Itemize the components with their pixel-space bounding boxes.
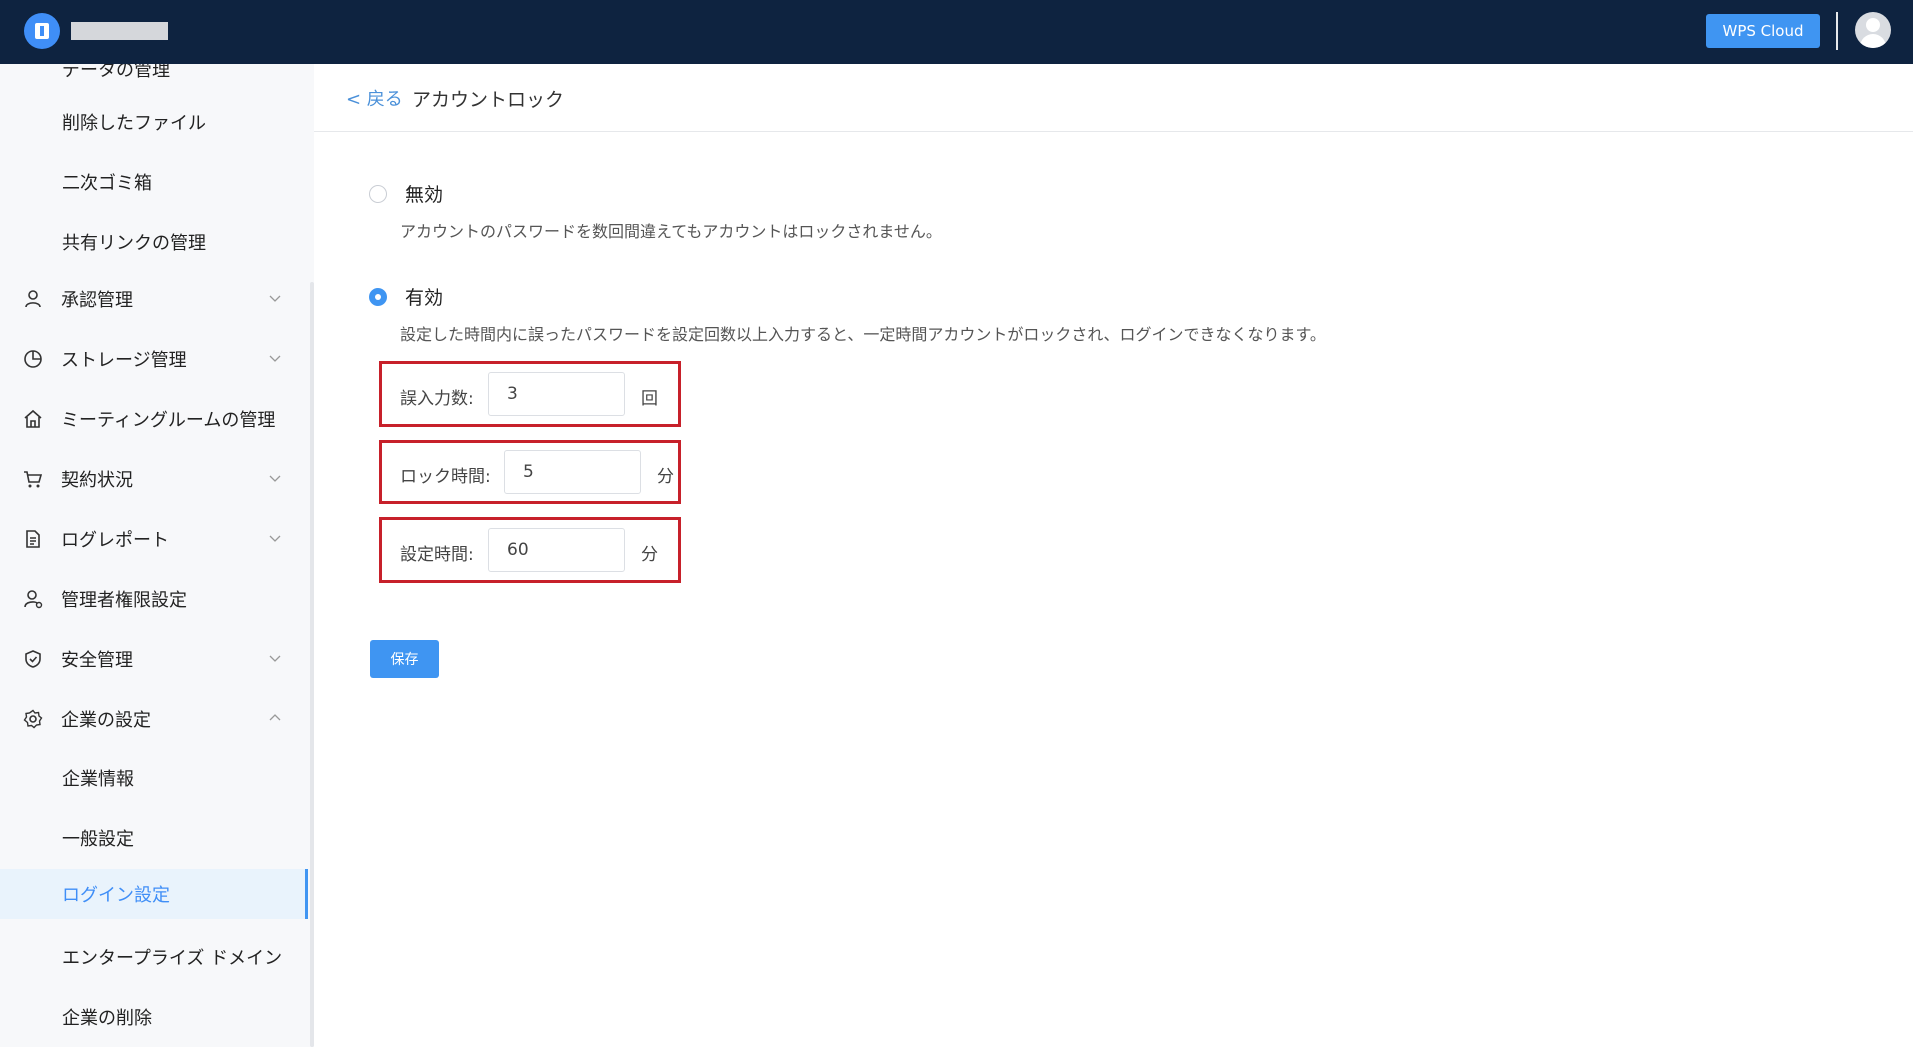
page-title: アカウントロック — [412, 89, 565, 111]
window-time-label: 設定時間: — [400, 545, 474, 565]
top-bar: WPS Cloud — [0, 0, 1913, 64]
sidebar-item-label: ミーティングルームの管理 — [61, 410, 276, 431]
document-icon — [22, 528, 44, 550]
sidebar-item-log-report[interactable]: ログレポート — [0, 514, 308, 564]
sidebar-item-label: ログイン設定 — [62, 885, 170, 906]
home-icon — [22, 408, 44, 430]
disabled-option-description: アカウントのパスワードを数回間違えてもアカウントはロックされません。 — [400, 222, 942, 241]
attempts-field-group: 誤入力数: 回 — [379, 361, 681, 427]
gear-icon — [22, 708, 44, 730]
wps-cloud-button[interactable]: WPS Cloud — [1706, 14, 1820, 48]
organization-name-redacted — [71, 22, 168, 40]
save-button[interactable]: 保存 — [370, 640, 439, 678]
sidebar-item-label: エンタープライズ ドメイン — [62, 948, 283, 969]
sidebar-item-label: 二次ゴミ箱 — [62, 173, 152, 194]
sidebar-item-company-info[interactable]: 企業情報 — [0, 753, 308, 803]
sidebar-item-meeting-rooms[interactable]: ミーティングルームの管理 — [0, 394, 308, 444]
sidebar-item-label: 企業情報 — [62, 769, 134, 790]
chevron-down-icon — [269, 475, 281, 482]
attempts-unit: 回 — [641, 389, 658, 409]
disabled-radio[interactable] — [369, 185, 387, 203]
topbar-divider — [1836, 12, 1838, 50]
sidebar-item-security[interactable]: 安全管理 — [0, 634, 308, 684]
attempts-input[interactable] — [488, 372, 625, 416]
chevron-down-icon — [269, 355, 281, 362]
sidebar-item-label: 一般設定 — [62, 829, 134, 850]
sidebar-item-label: 契約状況 — [61, 470, 133, 491]
enabled-radio[interactable] — [369, 288, 387, 306]
back-link[interactable]: < 戻る — [346, 85, 403, 111]
sidebar-item-delete-company[interactable]: 企業の削除 — [0, 992, 308, 1042]
user-icon — [22, 288, 44, 310]
sidebar-item-admin-permissions[interactable]: 管理者権限設定 — [0, 574, 308, 624]
window-time-unit: 分 — [641, 545, 658, 565]
sidebar-item-label: 企業の設定 — [61, 710, 151, 731]
pie-chart-icon — [22, 348, 44, 370]
sidebar-item-label: ストレージ管理 — [61, 350, 187, 371]
shield-icon — [22, 648, 44, 670]
lock-time-unit: 分 — [657, 467, 674, 487]
chevron-down-icon — [269, 535, 281, 542]
lock-time-field-group: ロック時間: 分 — [379, 440, 681, 504]
sidebar-item-label: 承認管理 — [61, 290, 133, 311]
sidebar-item-enterprise-domain[interactable]: エンタープライズ ドメイン — [0, 932, 308, 982]
lock-time-input[interactable] — [504, 450, 641, 494]
admin-user-icon — [22, 588, 44, 610]
lock-time-label: ロック時間: — [400, 467, 491, 487]
attempts-label: 誤入力数: — [400, 389, 474, 409]
sidebar-item-partial[interactable]: データの管理 — [62, 64, 170, 82]
main-content: < 戻る アカウントロック 無効 アカウントのパスワードを数回間違えてもアカウン… — [314, 64, 1913, 1047]
sidebar-item-login-settings[interactable]: ログイン設定 — [0, 869, 308, 919]
sidebar-item-label: ログレポート — [61, 530, 169, 551]
sidebar-item-deleted-files[interactable]: 削除したファイル — [0, 97, 308, 147]
chevron-up-icon — [269, 714, 281, 721]
sidebar-item-general-settings[interactable]: 一般設定 — [0, 813, 308, 863]
window-time-field-group: 設定時間: 分 — [379, 517, 681, 583]
sidebar: データの管理 削除したファイル 二次ゴミ箱 共有リンクの管理 承認管理 ストレー… — [0, 64, 314, 1047]
sidebar-item-storage[interactable]: ストレージ管理 — [0, 334, 308, 384]
chevron-down-icon — [269, 655, 281, 662]
sidebar-item-label: 企業の削除 — [62, 1008, 152, 1029]
logo-mark-icon — [35, 23, 49, 39]
sidebar-item-label: 安全管理 — [61, 650, 133, 671]
cart-icon — [22, 468, 44, 490]
page-header: < 戻る アカウントロック — [314, 64, 1913, 132]
sidebar-item-label: 共有リンクの管理 — [62, 233, 206, 254]
sidebar-item-secondary-trash[interactable]: 二次ゴミ箱 — [0, 157, 308, 207]
window-time-input[interactable] — [488, 528, 625, 572]
sidebar-item-contract[interactable]: 契約状況 — [0, 454, 308, 504]
avatar[interactable] — [1855, 12, 1891, 48]
app-logo[interactable] — [24, 13, 60, 49]
sidebar-item-label: 削除したファイル — [62, 113, 206, 134]
enabled-option-description: 設定した時間内に誤ったパスワードを設定回数以上入力すると、一定時間アカウントがロ… — [400, 325, 1326, 344]
disabled-option-label: 無効 — [405, 184, 444, 206]
sidebar-item-label: 管理者権限設定 — [61, 590, 187, 611]
sidebar-item-approval[interactable]: 承認管理 — [0, 274, 308, 324]
sidebar-item-share-links[interactable]: 共有リンクの管理 — [0, 217, 308, 267]
sidebar-item-company-settings[interactable]: 企業の設定 — [0, 694, 308, 744]
chevron-down-icon — [269, 295, 281, 302]
enabled-option-label: 有効 — [405, 287, 444, 309]
